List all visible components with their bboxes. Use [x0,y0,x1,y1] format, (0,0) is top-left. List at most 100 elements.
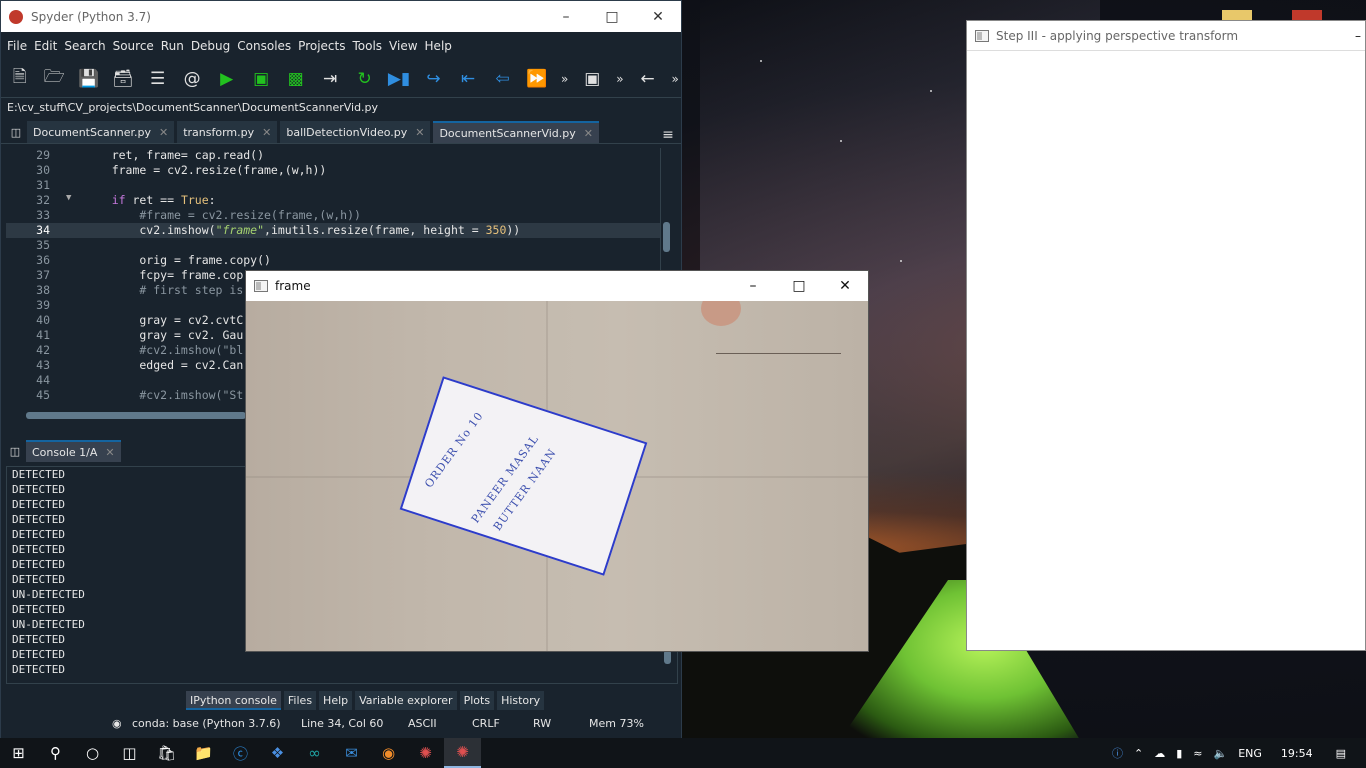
rerun-icon[interactable]: ↻ [352,66,377,92]
tab-ipython-console[interactable]: IPython console [186,691,281,710]
debug-icon[interactable]: ▶▮ [386,66,411,92]
close-button[interactable]: ✕ [635,1,681,32]
close-button[interactable]: ✕ [822,271,868,301]
cortana-icon[interactable]: ○ [74,738,111,768]
maximize-pane-icon[interactable]: ▣ [580,66,605,92]
file-explorer-icon[interactable]: 📁 [185,738,222,768]
code-text: # first step is [84,283,244,297]
menu-help[interactable]: Help [425,39,452,53]
code-line[interactable]: 29 ret, frame= cap.read() [6,148,666,163]
run-cell-icon[interactable]: ▣ [248,66,273,92]
language-indicator[interactable]: ENG [1238,747,1262,760]
more-icon[interactable]: » [614,66,626,92]
maximize-button[interactable]: □ [776,271,822,301]
menu-search[interactable]: Search [64,39,105,53]
battery-icon[interactable]: ▮ [1176,747,1182,760]
tab-help[interactable]: Help [319,691,353,710]
code-line[interactable]: 35 [6,238,666,253]
console-scroll-thumb[interactable] [664,650,671,664]
step-icon[interactable]: ↪ [421,66,446,92]
more-icon[interactable]: » [559,66,571,92]
firefox-icon[interactable]: ◉ [370,738,407,768]
more-icon[interactable]: » [669,66,681,92]
minimize-button[interactable]: – [730,271,776,301]
fold-arrow-icon[interactable]: ▼ [66,193,71,203]
maximize-button[interactable]: □ [589,1,635,32]
tab-documentscannervid[interactable]: DocumentScannerVid.py ✕ [433,121,599,143]
tab-variable-explorer[interactable]: Variable explorer [355,691,457,710]
pane-options-icon[interactable]: ◫ [5,121,27,143]
spyder-task-icon[interactable]: ✺ [407,738,444,768]
search-icon[interactable]: ⚲ [37,738,74,768]
minimize-button[interactable]: – [543,1,589,32]
close-tab-icon[interactable]: ✕ [105,446,114,459]
tab-plots[interactable]: Plots [459,691,495,710]
list-icon[interactable]: ☰ [145,66,170,92]
tab-console[interactable]: Console 1/A ✕ [26,440,121,462]
clock[interactable]: 19:54 [1281,747,1313,760]
tab-files[interactable]: Files [283,691,317,710]
onedrive-icon[interactable]: ☁ [1154,747,1165,760]
pane-options-icon[interactable]: ◫ [4,440,26,462]
editor-scroll-thumb[interactable] [663,222,670,252]
close-tab-icon[interactable]: ✕ [584,127,593,140]
menu-debug[interactable]: Debug [191,39,230,53]
close-tab-icon[interactable]: ✕ [262,126,271,139]
run-cell-advance-icon[interactable]: ▩ [283,66,308,92]
wifi-icon[interactable]: ≈ [1193,747,1202,760]
code-line[interactable]: 36 orig = frame.copy() [6,253,666,268]
editor-hscroll-thumb[interactable] [26,412,246,419]
menu-source[interactable]: Source [113,39,154,53]
menu-view[interactable]: View [389,39,417,53]
code-line[interactable]: 30 frame = cv2.resize(frame,(w,h)) [6,163,666,178]
close-tab-icon[interactable]: ✕ [415,126,424,139]
new-file-icon[interactable]: 🗎 [7,66,32,92]
store-icon[interactable]: 🛍 [148,738,185,768]
tab-transform[interactable]: transform.py ✕ [177,121,278,143]
minimize-button[interactable]: – [1355,29,1361,43]
notifications-icon[interactable]: ▤ [1336,747,1346,760]
volume-icon[interactable]: 🔈 [1213,747,1227,760]
back-arrow-icon[interactable]: ← [635,66,660,92]
open-file-icon[interactable]: 🗁 [41,66,66,92]
spyder-logo-icon [9,9,23,24]
save-icon[interactable]: 💾 [76,66,101,92]
arduino-icon[interactable]: ∞ [296,738,333,768]
run-icon[interactable]: ▶ [214,66,239,92]
code-line[interactable]: 33 #frame = cv2.resize(frame,(w,h)) [6,208,666,223]
continue-icon[interactable]: ⏩ [524,66,549,92]
code-line[interactable]: 32 ▼ if ret == True: [6,193,666,208]
tab-history[interactable]: History [497,691,545,710]
tab-documentscanner[interactable]: DocumentScanner.py ✕ [27,121,175,143]
menu-consoles[interactable]: Consoles [237,39,291,53]
code-line[interactable]: 34 cv2.imshow("frame",imutils.resize(fra… [6,223,666,238]
help-icon[interactable]: ⓘ [1112,745,1123,761]
menu-run[interactable]: Run [161,39,184,53]
file-path[interactable]: E:\cv_stuff\CV_projects\DocumentScanner\… [1,98,681,118]
windows-start-icon[interactable]: ⊞ [0,738,37,768]
task-view-icon[interactable]: ◫ [111,738,148,768]
at-icon[interactable]: @ [179,66,204,92]
mail-icon[interactable]: ✉ [333,738,370,768]
wallpaper-star [930,90,932,92]
tab-balldetectionvideo[interactable]: ballDetectionVideo.py ✕ [280,121,431,143]
save-all-icon[interactable]: 🗃 [110,66,135,92]
edge-icon[interactable]: ⓒ [222,738,259,768]
menu-edit[interactable]: Edit [34,39,57,53]
step-into-icon[interactable]: ⇤ [455,66,480,92]
menu-projects[interactable]: Projects [298,39,345,53]
menu-file[interactable]: File [7,39,27,53]
spyder-task-icon-active[interactable]: ✺ [444,738,481,768]
run-selection-icon[interactable]: ⇥ [317,66,342,92]
close-tab-icon[interactable]: ✕ [159,126,168,139]
chevron-up-icon[interactable]: ⌃ [1134,747,1143,760]
line-number: 43 [36,358,50,372]
editor-options-icon[interactable]: ≡ [655,127,681,143]
menu-tools[interactable]: Tools [352,39,382,53]
video-frame: ORDER No 10 PANEER MASAL BUTTER NAAN [246,301,868,651]
step-return-icon[interactable]: ⇦ [490,66,515,92]
dropbox-icon[interactable]: ❖ [259,738,296,768]
code-text: gray = cv2. Gau [84,328,244,342]
code-line[interactable]: 31 [6,178,666,193]
window-icon [254,280,268,292]
